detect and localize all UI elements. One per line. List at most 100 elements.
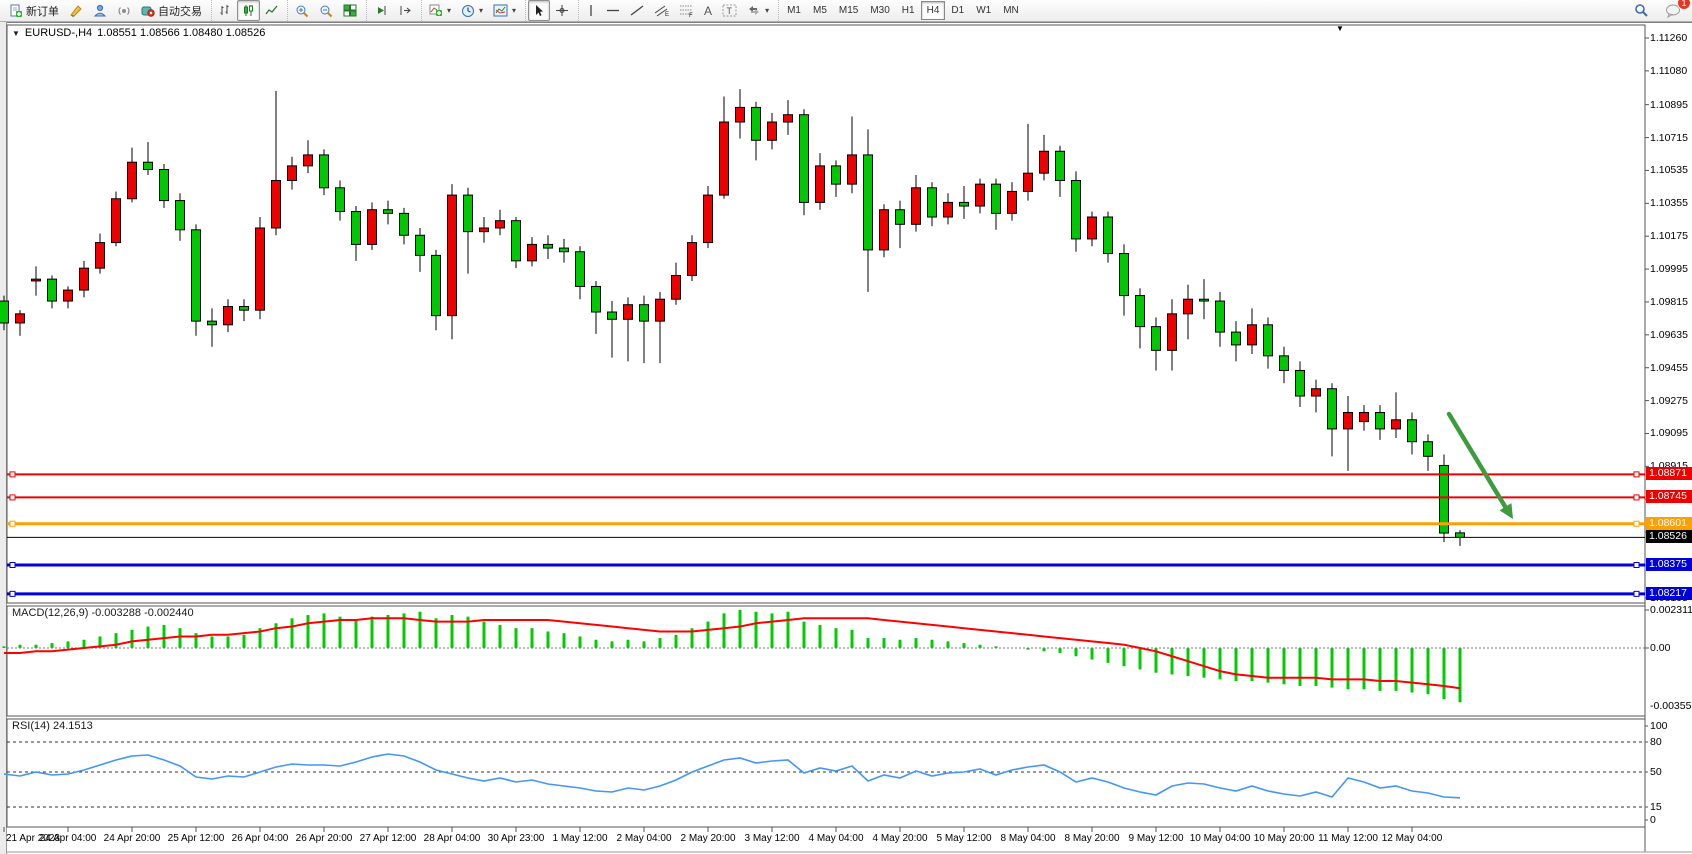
chart-ohlc-values: 1.08551 1.08566 1.08480 1.08526 bbox=[97, 27, 265, 39]
candle-body bbox=[272, 180, 281, 227]
candle-body bbox=[560, 248, 569, 252]
candle-body bbox=[528, 244, 537, 260]
candle-body bbox=[880, 210, 889, 250]
candle-body bbox=[1392, 420, 1401, 429]
rsi-panel-frame bbox=[7, 719, 1645, 827]
candle-body bbox=[640, 305, 649, 321]
candle-body bbox=[160, 170, 169, 201]
candle-body bbox=[1248, 325, 1257, 345]
candle-body bbox=[800, 115, 809, 203]
candle-body bbox=[848, 155, 857, 184]
candle-body bbox=[480, 228, 489, 232]
candle-body bbox=[1040, 151, 1049, 173]
line-handle[interactable] bbox=[10, 563, 15, 568]
candle-body bbox=[400, 213, 409, 235]
candle-body bbox=[1296, 370, 1305, 396]
candle-body bbox=[976, 184, 985, 206]
candle-body bbox=[1360, 412, 1369, 421]
candle-body bbox=[704, 195, 713, 242]
candle-body bbox=[144, 162, 153, 169]
candle-body bbox=[544, 244, 553, 248]
candle-body bbox=[512, 221, 521, 261]
candle-body bbox=[1168, 314, 1177, 351]
line-handle[interactable] bbox=[1634, 472, 1639, 477]
candle-body bbox=[432, 255, 441, 315]
candle-body bbox=[624, 305, 633, 320]
candle-body bbox=[96, 243, 105, 269]
candle-body bbox=[64, 290, 73, 301]
candle-body bbox=[1088, 217, 1097, 239]
candle-body bbox=[752, 107, 761, 140]
candle-body bbox=[496, 221, 505, 228]
candle-body bbox=[352, 212, 361, 245]
candle-body bbox=[784, 115, 793, 122]
chart-shift-marker-icon[interactable]: ▼ bbox=[1336, 24, 1344, 33]
candle-body bbox=[1216, 301, 1225, 332]
candle-body bbox=[1424, 442, 1433, 457]
macd-panel-frame bbox=[7, 606, 1645, 716]
candle-body bbox=[944, 202, 953, 217]
line-handle[interactable] bbox=[10, 591, 15, 596]
candle-body bbox=[336, 188, 345, 212]
candle-body bbox=[1328, 389, 1337, 429]
symbol-dropdown-icon[interactable]: ▼ bbox=[12, 29, 20, 38]
candle-body bbox=[768, 122, 777, 140]
candle-body bbox=[384, 210, 393, 214]
candle-body bbox=[1456, 533, 1465, 538]
candle-body bbox=[1184, 299, 1193, 314]
candle-body bbox=[288, 166, 297, 181]
main-panel-frame bbox=[7, 25, 1645, 603]
line-handle[interactable] bbox=[1634, 591, 1639, 596]
line-handle[interactable] bbox=[10, 472, 15, 477]
candle-body bbox=[1104, 217, 1113, 254]
candle-body bbox=[576, 252, 585, 287]
candle-body bbox=[448, 195, 457, 316]
line-handle[interactable] bbox=[1634, 495, 1639, 500]
candle-body bbox=[896, 210, 905, 225]
line-handle[interactable] bbox=[10, 521, 15, 526]
candle-body bbox=[1264, 325, 1273, 356]
candle-body bbox=[672, 275, 681, 299]
candle-body bbox=[1008, 191, 1017, 213]
candle-body bbox=[128, 162, 137, 199]
candle-body bbox=[240, 307, 249, 311]
candle-body bbox=[592, 286, 601, 312]
candle-body bbox=[1232, 332, 1241, 345]
candle-body bbox=[832, 166, 841, 184]
candle-body bbox=[656, 299, 665, 321]
candle-body bbox=[48, 279, 57, 301]
candle-body bbox=[1072, 180, 1081, 238]
candle-body bbox=[368, 210, 377, 245]
candle-body bbox=[1344, 412, 1353, 428]
candle-body bbox=[304, 155, 313, 166]
candle-body bbox=[928, 188, 937, 217]
candle-body bbox=[992, 184, 1001, 213]
candle-body bbox=[864, 155, 873, 250]
chart-canvas[interactable] bbox=[0, 0, 1692, 854]
candle-body bbox=[1408, 420, 1417, 442]
candle-body bbox=[80, 268, 89, 290]
candle-body bbox=[1312, 389, 1321, 396]
candle-body bbox=[912, 188, 921, 225]
candle-body bbox=[1120, 254, 1129, 296]
candle-body bbox=[1024, 173, 1033, 191]
candle-body bbox=[224, 307, 233, 325]
candle-body bbox=[608, 312, 617, 319]
candle-body bbox=[464, 195, 473, 232]
candle-body bbox=[416, 235, 425, 255]
chart-title-bar: ▼ EURUSD-,H4 1.08551 1.08566 1.08480 1.0… bbox=[12, 27, 265, 39]
candle-body bbox=[1152, 327, 1161, 351]
candle-body bbox=[1376, 412, 1385, 428]
candle-body bbox=[720, 122, 729, 195]
candle-body bbox=[688, 243, 697, 276]
line-handle[interactable] bbox=[1634, 563, 1639, 568]
line-handle[interactable] bbox=[10, 495, 15, 500]
candle-body bbox=[32, 279, 41, 281]
candle-body bbox=[176, 201, 185, 230]
candle-body bbox=[16, 314, 25, 323]
candle-body bbox=[320, 155, 329, 188]
candle-body bbox=[736, 107, 745, 122]
candle-body bbox=[256, 228, 265, 310]
line-handle[interactable] bbox=[1634, 521, 1639, 526]
candle-body bbox=[1136, 296, 1145, 327]
